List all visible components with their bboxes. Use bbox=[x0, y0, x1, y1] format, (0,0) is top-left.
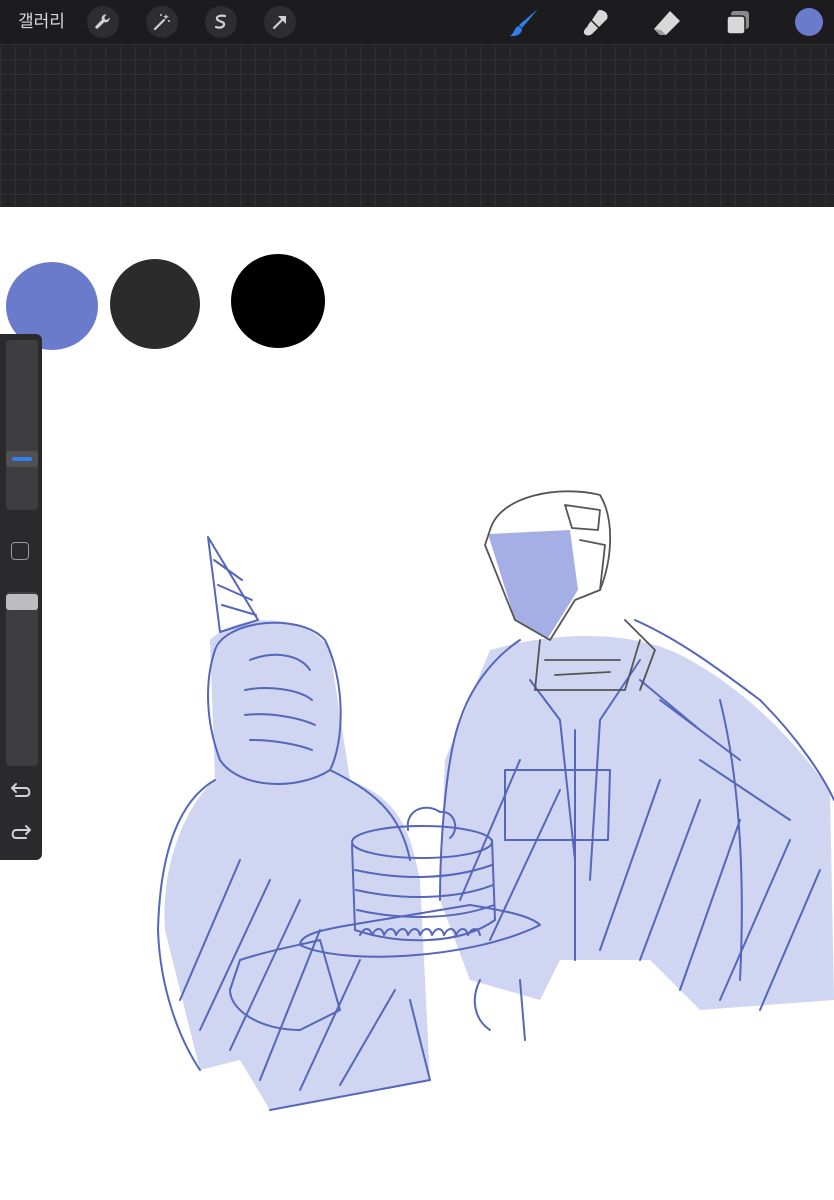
brush-size-handle[interactable] bbox=[6, 451, 38, 467]
gallery-button[interactable]: 갤러리 bbox=[18, 11, 65, 33]
redo-icon bbox=[11, 825, 31, 839]
layers-icon bbox=[726, 11, 749, 35]
transform-button[interactable] bbox=[264, 6, 296, 38]
reference-grid-panel bbox=[0, 44, 834, 207]
sketch-illustration bbox=[157, 490, 834, 1111]
opacity-slider[interactable] bbox=[6, 592, 38, 766]
undo-icon bbox=[11, 783, 31, 797]
brush-sidebar bbox=[0, 334, 42, 860]
eraser-icon bbox=[654, 11, 680, 35]
undo-button[interactable] bbox=[8, 782, 34, 804]
top-toolbar: 갤러리 bbox=[0, 0, 834, 44]
brush-tool-button[interactable] bbox=[508, 6, 542, 40]
wrench-icon bbox=[95, 14, 110, 29]
eraser-tool-button[interactable] bbox=[650, 6, 684, 40]
brush-size-indicator bbox=[12, 457, 32, 461]
actions-button[interactable] bbox=[87, 6, 119, 38]
selection-icon bbox=[214, 14, 227, 29]
layers-button[interactable] bbox=[721, 6, 755, 40]
modify-button[interactable] bbox=[11, 542, 29, 560]
magic-wand-icon bbox=[153, 14, 170, 31]
selection-button[interactable] bbox=[205, 6, 237, 38]
adjustments-button[interactable] bbox=[146, 6, 178, 38]
opacity-handle[interactable] bbox=[6, 594, 38, 610]
redo-button[interactable] bbox=[8, 824, 34, 846]
color-picker-button[interactable] bbox=[795, 8, 823, 36]
brush-icon bbox=[510, 9, 538, 37]
smudge-tool-button[interactable] bbox=[579, 6, 613, 40]
transform-arrow-icon bbox=[272, 16, 286, 30]
brush-size-slider[interactable] bbox=[6, 340, 38, 510]
smudge-icon bbox=[583, 10, 608, 36]
